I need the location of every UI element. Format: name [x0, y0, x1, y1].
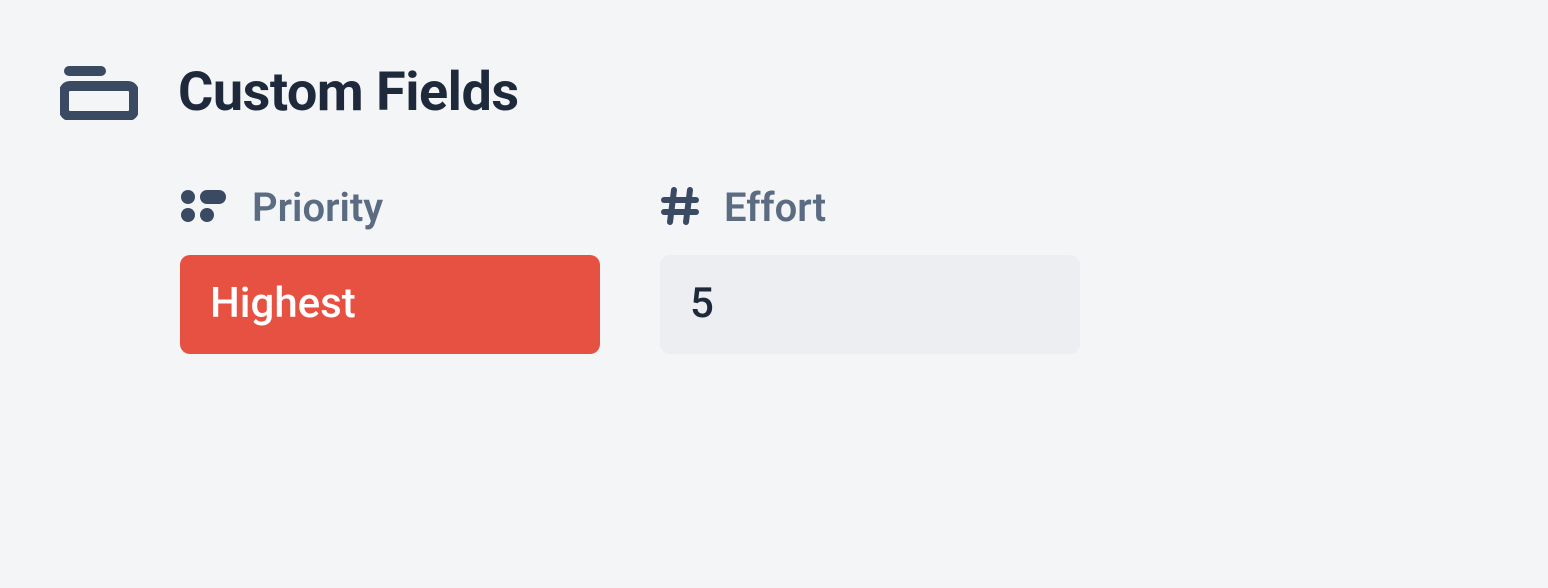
custom-fields-section: Custom Fields Priority Highest	[60, 60, 1488, 354]
hash-icon	[660, 186, 700, 230]
field-label-effort: Effort	[724, 184, 826, 231]
field-label-priority: Priority	[252, 184, 383, 231]
section-title: Custom Fields	[178, 61, 519, 124]
fields-row: Priority Highest Effort 5	[60, 184, 1488, 354]
field-label-row: Effort	[660, 184, 1080, 231]
priority-value[interactable]: Highest	[180, 255, 600, 354]
options-icon	[180, 188, 228, 228]
card-icon	[60, 60, 138, 124]
field-effort: Effort 5	[660, 184, 1080, 354]
field-label-row: Priority	[180, 184, 600, 231]
field-priority: Priority Highest	[180, 184, 600, 354]
effort-value[interactable]: 5	[660, 255, 1080, 354]
section-header: Custom Fields	[60, 60, 1488, 124]
